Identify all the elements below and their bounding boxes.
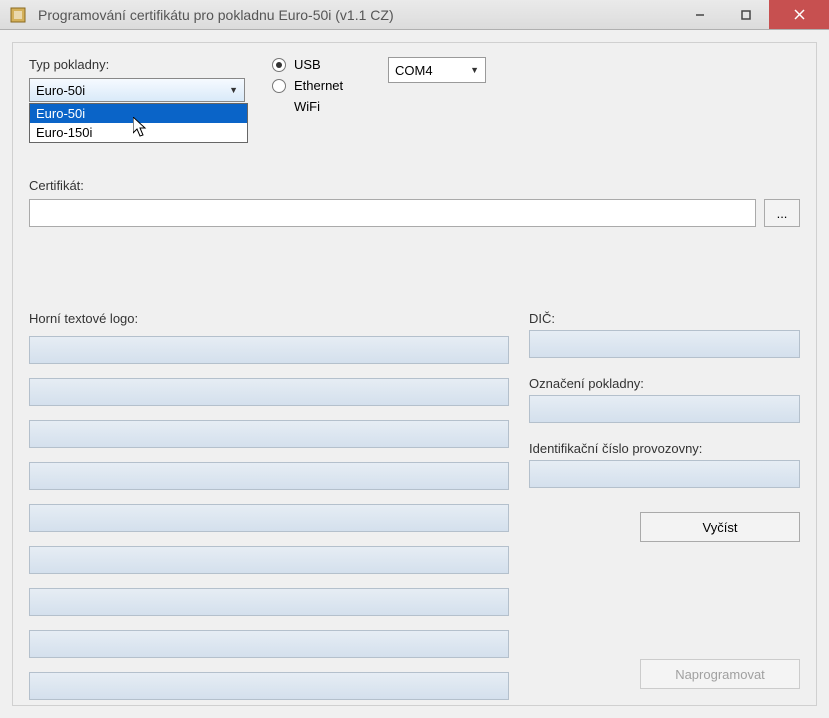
logo-line-6[interactable]	[29, 546, 509, 574]
ethernet-radio[interactable]	[272, 79, 286, 93]
window-controls	[677, 0, 829, 29]
type-combobox-value: Euro-50i	[36, 83, 85, 98]
certificate-section: Certifikát: ...	[29, 178, 800, 227]
certificate-label: Certifikát:	[29, 178, 800, 193]
app-icon	[10, 7, 26, 23]
port-combobox-value: COM4	[395, 63, 433, 78]
usb-radio-row[interactable]: USB	[272, 57, 382, 72]
connection-column: USB Ethernet WiFi	[272, 57, 382, 120]
oznaceni-label: Označení pokladny:	[529, 376, 800, 391]
right-column: DIČ: Označení pokladny: Identifikační čí…	[529, 311, 800, 714]
logo-line-2[interactable]	[29, 378, 509, 406]
titlebar: Programování certifikátu pro pokladnu Eu…	[0, 0, 829, 30]
wifi-radio-row: WiFi	[294, 99, 382, 114]
dic-label: DIČ:	[529, 311, 800, 326]
idprov-input[interactable]	[529, 460, 800, 488]
oznaceni-input[interactable]	[529, 395, 800, 423]
logo-column: Horní textové logo:	[29, 311, 509, 714]
idprov-label: Identifikační číslo provozovny:	[529, 441, 800, 456]
read-button[interactable]: Vyčíst	[640, 512, 800, 542]
program-button[interactable]: Naprogramovat	[640, 659, 800, 689]
logo-line-1[interactable]	[29, 336, 509, 364]
group-box: Typ pokladny: Euro-50i ▼ Euro-50i Euro-1…	[12, 42, 817, 706]
close-button[interactable]	[769, 0, 829, 29]
chevron-down-icon: ▼	[470, 65, 479, 75]
usb-label: USB	[294, 57, 321, 72]
logo-line-5[interactable]	[29, 504, 509, 532]
dic-input[interactable]	[529, 330, 800, 358]
type-combobox[interactable]: Euro-50i ▼	[29, 78, 245, 102]
usb-radio[interactable]	[272, 58, 286, 72]
type-label: Typ pokladny:	[29, 57, 254, 72]
lower-section: Horní textové logo: DIČ: Označení poklad…	[29, 311, 800, 714]
wifi-label: WiFi	[294, 99, 320, 114]
port-column: COM4 ▼	[388, 57, 486, 83]
chevron-down-icon: ▼	[229, 85, 238, 95]
minimize-button[interactable]	[677, 0, 723, 29]
logo-label: Horní textové logo:	[29, 311, 509, 326]
top-row: Typ pokladny: Euro-50i ▼ Euro-50i Euro-1…	[29, 57, 800, 120]
logo-line-7[interactable]	[29, 588, 509, 616]
window-title: Programování certifikátu pro pokladnu Eu…	[38, 7, 394, 23]
type-column: Typ pokladny: Euro-50i ▼ Euro-50i Euro-1…	[29, 57, 254, 102]
ethernet-label: Ethernet	[294, 78, 343, 93]
logo-line-4[interactable]	[29, 462, 509, 490]
ethernet-radio-row[interactable]: Ethernet	[272, 78, 382, 93]
port-combobox[interactable]: COM4 ▼	[388, 57, 486, 83]
browse-button[interactable]: ...	[764, 199, 800, 227]
certificate-row: ...	[29, 199, 800, 227]
cursor-icon	[133, 117, 149, 142]
certificate-input[interactable]	[29, 199, 756, 227]
content-area: Typ pokladny: Euro-50i ▼ Euro-50i Euro-1…	[0, 30, 829, 718]
logo-line-8[interactable]	[29, 630, 509, 658]
logo-line-3[interactable]	[29, 420, 509, 448]
logo-line-9[interactable]	[29, 672, 509, 700]
maximize-button[interactable]	[723, 0, 769, 29]
